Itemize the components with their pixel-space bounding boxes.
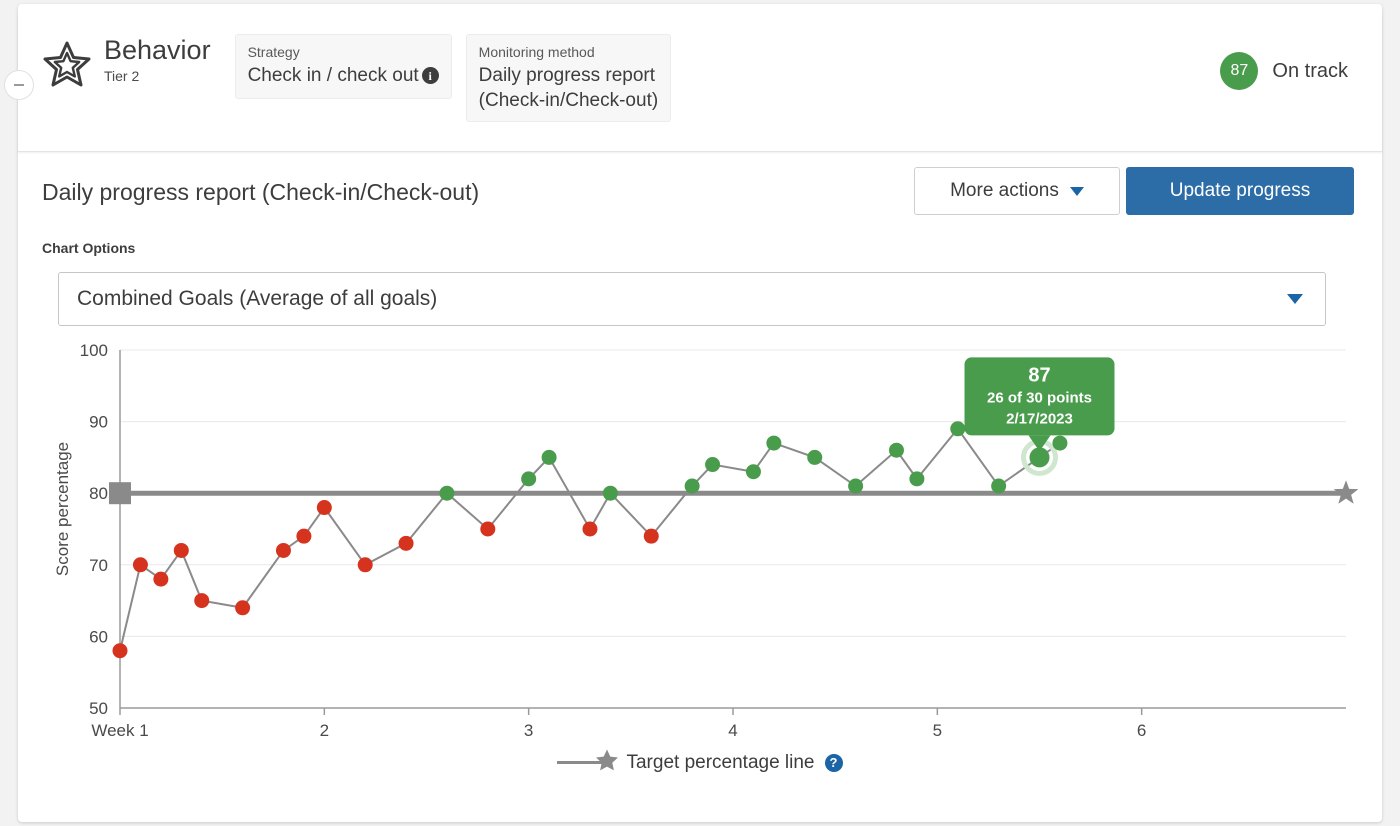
chart-data-point[interactable] [644, 529, 659, 544]
monitoring-method-line1: Daily progress report [479, 63, 659, 88]
toolbar: Daily progress report (Check-in/Check-ou… [18, 152, 1382, 224]
strategy-label: Strategy [248, 43, 439, 61]
score-trend-line [120, 429, 1060, 651]
chart-legend: Target percentage line ? [18, 747, 1382, 778]
x-axis-tick-label: 2 [320, 721, 329, 740]
status-label: On track [1272, 60, 1348, 83]
chart-data-point[interactable] [542, 450, 557, 465]
more-actions-button[interactable]: More actions [914, 167, 1120, 215]
strategy-value: Check in / check out [248, 63, 419, 88]
monitoring-method-line2: (Check-in/Check-out) [479, 88, 659, 113]
strategy-box: Strategy Check in / check out i [235, 34, 452, 99]
chart-data-point[interactable] [194, 593, 209, 608]
chart-data-point[interactable] [296, 529, 311, 544]
target-line-end-star-marker [1334, 480, 1359, 504]
star-outline-icon [42, 40, 92, 93]
collapse-panel-button[interactable] [4, 70, 34, 100]
chart-data-point[interactable] [603, 486, 618, 501]
chart-svg: 50 60 70 80 90 100 Week 1 2 3 4 5 6 Score percentage… [42, 342, 1362, 762]
chart-data-point[interactable] [950, 421, 965, 436]
goal-header-panel: Behavior Tier 2 Strategy Check in / chec… [18, 14, 1382, 152]
page-title: Behavior [104, 34, 211, 66]
help-circle-icon[interactable]: ? [825, 754, 843, 772]
chart-data-point[interactable] [848, 479, 863, 494]
chart-data-point[interactable] [358, 557, 373, 572]
chart-data-point[interactable] [276, 543, 291, 558]
y-axis-tick-label: 90 [89, 413, 108, 432]
chart-data-point[interactable] [582, 522, 597, 537]
chart-data-point[interactable] [235, 600, 250, 615]
x-axis-tick-label: Week 1 [91, 721, 148, 740]
star-filled-icon [594, 747, 620, 778]
chart-data-point[interactable] [174, 543, 189, 558]
status-indicator: 87 On track [1220, 52, 1348, 90]
x-axis-tick-label: 3 [524, 721, 533, 740]
chart-options-selected-value: Combined Goals (Average of all goals) [77, 287, 437, 311]
chart-data-point[interactable] [909, 471, 924, 486]
update-progress-label: Update progress [1170, 180, 1310, 202]
chart-data-point[interactable] [133, 557, 148, 572]
main-content: Daily progress report (Check-in/Check-ou… [18, 152, 1382, 224]
chart-data-point[interactable] [685, 479, 700, 494]
x-axis-tick-label: 4 [728, 721, 737, 740]
header-content: Behavior Tier 2 Strategy Check in / chec… [42, 34, 685, 122]
chart-data-point[interactable] [317, 500, 332, 515]
chart-data-point[interactable] [153, 572, 168, 587]
tooltip-score: 87 [1028, 364, 1050, 386]
y-axis-tick-label: 50 [89, 699, 108, 718]
goal-title-block: Behavior Tier 2 [104, 34, 211, 84]
chart-data-point[interactable] [113, 643, 128, 658]
chevron-down-icon [1070, 187, 1084, 196]
chart-data-point[interactable] [439, 486, 454, 501]
chart-data-point[interactable] [705, 457, 720, 472]
update-progress-button[interactable]: Update progress [1126, 167, 1354, 215]
chart-data-point[interactable] [746, 464, 761, 479]
chart-data-point[interactable] [480, 522, 495, 537]
legend-label: Target percentage line [626, 752, 814, 774]
x-axis-tick-label: 6 [1137, 721, 1146, 740]
strategy-value-row: Check in / check out i [248, 63, 439, 88]
chevron-down-icon [1287, 294, 1303, 304]
chart-data-point[interactable] [991, 479, 1006, 494]
y-axis-tick-label: 70 [89, 556, 108, 575]
progress-chart: 50 60 70 80 90 100 Week 1 2 3 4 5 6 Score percentage… [42, 342, 1362, 762]
chart-data-point[interactable] [521, 471, 536, 486]
x-axis-tick-label: 5 [933, 721, 942, 740]
chart-data-point[interactable] [399, 536, 414, 551]
monitoring-method-box: Monitoring method Daily progress report … [466, 34, 672, 122]
y-axis-tick-label: 80 [89, 484, 108, 503]
chart-data-point[interactable] [1052, 436, 1067, 451]
status-score-badge: 87 [1220, 52, 1258, 90]
more-actions-label: More actions [950, 180, 1059, 202]
target-line-start-marker [109, 482, 131, 504]
chart-options-select[interactable]: Combined Goals (Average of all goals) [58, 272, 1326, 326]
page-card: Behavior Tier 2 Strategy Check in / chec… [18, 4, 1382, 822]
report-title: Daily progress report (Check-in/Check-ou… [42, 179, 479, 206]
info-icon[interactable]: i [422, 67, 439, 84]
y-axis-tick-label: 60 [89, 627, 108, 646]
monitoring-method-label: Monitoring method [479, 43, 659, 61]
monitoring-method-value: Daily progress report (Check-in/Check-ou… [479, 63, 659, 113]
chart-options-label: Chart Options [42, 240, 135, 256]
app-root: Behavior Tier 2 Strategy Check in / chec… [0, 0, 1400, 826]
data-point-tooltip: 87 26 of 30 points 2/17/2023 [965, 357, 1115, 451]
minus-icon [14, 84, 24, 86]
tier-label: Tier 2 [104, 68, 211, 84]
chart-data-point[interactable] [807, 450, 822, 465]
y-axis-tick-label: 100 [80, 342, 108, 360]
chart-data-point[interactable] [889, 443, 904, 458]
chart-data-point[interactable] [766, 436, 781, 451]
tooltip-date: 2/17/2023 [1006, 410, 1073, 427]
y-axis-title: Score percentage [53, 442, 72, 576]
tooltip-points: 26 of 30 points [987, 389, 1092, 406]
